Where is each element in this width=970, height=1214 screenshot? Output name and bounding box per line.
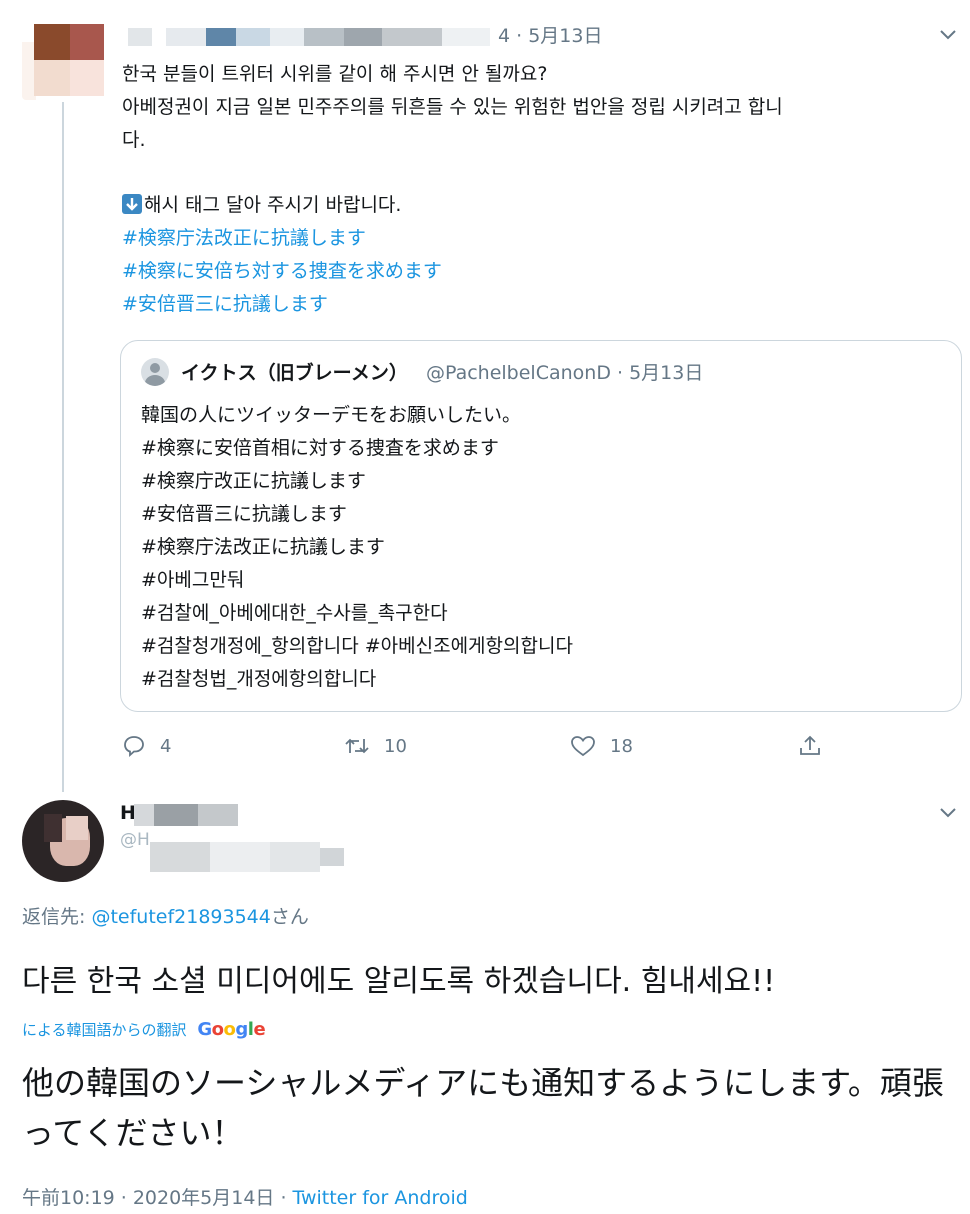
- translation-label: による韓国語からの翻訳: [22, 1021, 187, 1039]
- tweet2-date[interactable]: 2020年5月14日: [133, 1187, 275, 1209]
- reply-count: 4: [160, 735, 172, 757]
- tweet1-request: 해시 태그 달아 주시기 바랍니다.: [122, 189, 962, 222]
- tweet1-time[interactable]: 4 · 5月13日: [498, 20, 602, 52]
- quote-author-name: イクトス（旧ブレーメン）: [181, 362, 408, 384]
- share-button[interactable]: [798, 728, 836, 764]
- reply-handle-link[interactable]: @tefutef21893544: [91, 906, 270, 928]
- quote-line: #검찰청법_개정에항의합니다: [141, 668, 377, 690]
- chevron-down-icon[interactable]: [938, 806, 964, 826]
- share-icon: [800, 735, 820, 755]
- google-logo: Google: [197, 1019, 266, 1040]
- down-arrow-emoji-icon: [122, 194, 142, 214]
- retweet-count: 10: [384, 735, 407, 757]
- tweet1-avatar[interactable]: [22, 20, 106, 100]
- retweet-icon: [345, 738, 369, 754]
- tweet1-action-bar: 4 10 18: [122, 728, 842, 764]
- quote-line: #검찰청개정에_항의합니다 #아베신조에게항의합니다: [141, 635, 573, 657]
- tweet2-author-handle: @H: [120, 830, 150, 850]
- tweet1-line-3: 다.: [122, 129, 146, 151]
- tweet1-body: 한국 분들이 트위터 시위를 같이 해 주시면 안 될까요? 아베정권이 지금 …: [122, 58, 962, 321]
- quote-line: #아베그만둬: [141, 569, 245, 591]
- quote-line: #検察に安倍首相に対する捜査を求めます: [141, 437, 499, 459]
- quote-handle-time: @PachelbelCanonD · 5月13日: [425, 362, 704, 384]
- chevron-down-icon[interactable]: [938, 28, 964, 48]
- reply-prefix: 返信先:: [22, 906, 92, 928]
- like-icon: [571, 736, 595, 757]
- thread-line: [62, 102, 64, 792]
- quote-line: #安倍晋三に抗議します: [141, 503, 347, 525]
- like-button[interactable]: 18: [570, 728, 633, 764]
- reply-button[interactable]: 4: [122, 728, 171, 764]
- quote-line: #검찰에_아베에대한_수사를_촉구한다: [141, 602, 448, 624]
- avatar: [141, 358, 169, 386]
- quote-header: イクトス（旧ブレーメン） @PachelbelCanonD · 5月13日: [141, 355, 703, 391]
- avatar[interactable]: [22, 800, 104, 882]
- reply-icon: [124, 736, 144, 757]
- hashtag-link[interactable]: #検察に安倍ち対する捜査を求めます: [122, 255, 962, 288]
- like-count: 18: [610, 735, 633, 757]
- tweet2-time[interactable]: 午前10:19: [22, 1187, 115, 1209]
- quote-line: #検察庁改正に抗議します: [141, 470, 366, 492]
- hashtag-link[interactable]: #検察庁法改正に抗議します: [122, 222, 962, 255]
- tweet1-line-1: 한국 분들이 트위터 시위를 같이 해 주시면 안 될까요?: [122, 63, 548, 85]
- quote-line: #検察庁法改正に抗議します: [141, 536, 385, 558]
- reply-suffix: さん: [270, 906, 309, 928]
- tweet1-line-2: 아베정권이 지금 일본 민주주의를 뒤흔들 수 있는 위험한 법안을 정립 시키…: [122, 96, 783, 118]
- translated-text: 他の韓国のソーシャルメディアにも通知するようにします。頑張ってください！: [22, 1064, 944, 1152]
- retweet-button[interactable]: 10: [344, 728, 407, 764]
- tweet1-request-text: 해시 태그 달아 주시기 바랍니다.: [144, 194, 402, 216]
- tweet2-footer: 午前10:19 · 2020年5月14日 · Twitter for Android: [22, 1187, 468, 1209]
- quoted-tweet-card[interactable]: イクトス（旧ブレーメン） @PachelbelCanonD · 5月13日 韓国…: [120, 340, 962, 712]
- tweet1-header: 4 · 5月13日: [122, 20, 822, 52]
- tweet2-text: 다른 한국 소셜 미디어에도 알리도록 하겠습니다. 힘내세요!!: [22, 964, 776, 999]
- reply-to-line: 返信先: @tefutef21893544さん: [22, 902, 309, 929]
- tweet2-author[interactable]: H @H: [120, 800, 380, 880]
- tweet2-source[interactable]: Twitter for Android: [292, 1187, 467, 1209]
- quote-body: 韓国の人にツイッターデモをお願いしたい。 #検察に安倍首相に対する捜査を求めます…: [141, 399, 573, 696]
- translation-attribution[interactable]: による韓国語からの翻訳 Google: [22, 1018, 266, 1042]
- quote-line: 韓国の人にツイッターデモをお願いしたい。: [141, 404, 522, 426]
- hashtag-link[interactable]: #安倍晋三に抗議します: [122, 288, 962, 321]
